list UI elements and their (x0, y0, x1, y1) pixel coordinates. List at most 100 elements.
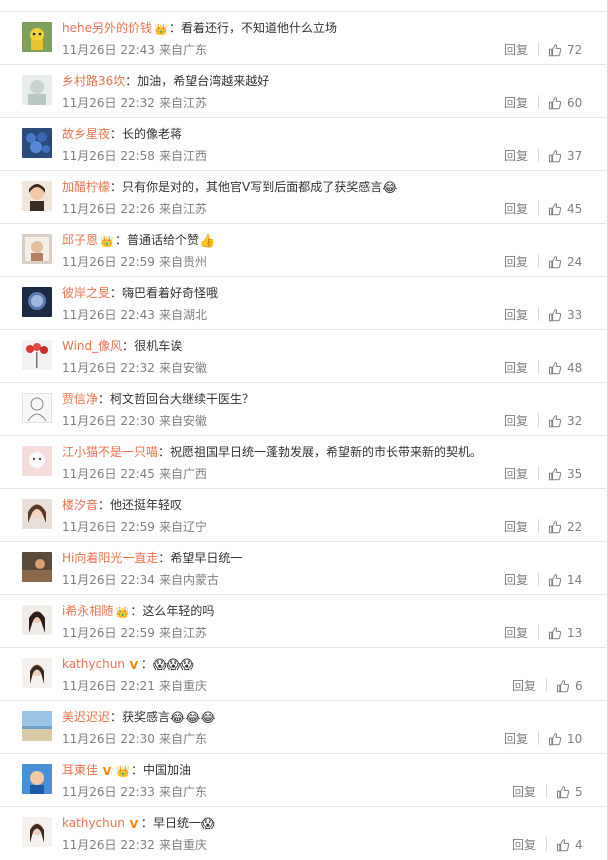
reply-button[interactable]: 回复 (504, 731, 528, 747)
like-count: 24 (567, 255, 583, 269)
comment-meta: 11月26日 22:32 来自安徽 (62, 360, 207, 376)
reply-button[interactable]: 回复 (504, 519, 528, 535)
avatar[interactable] (22, 128, 52, 158)
username-link[interactable]: 加醋柠檬 (62, 180, 110, 194)
like-button[interactable]: 13 (548, 624, 582, 642)
comment-item: 加醋柠檬：只有你是对的，其他官V写到后面都成了获奖感言😂 11月26日 22:26… (0, 170, 606, 223)
like-button[interactable]: 4 (556, 836, 583, 854)
avatar[interactable] (22, 234, 52, 264)
avatar[interactable] (22, 552, 52, 582)
username-link[interactable]: 乡村路36坎 (62, 74, 125, 88)
username-link[interactable]: 故乡星夜 (62, 127, 110, 141)
timestamp: 11月26日 22:26 (62, 202, 155, 216)
like-count: 4 (575, 838, 583, 852)
avatar[interactable] (22, 393, 52, 423)
reply-button[interactable]: 回复 (504, 95, 528, 111)
like-button[interactable]: 10 (548, 730, 582, 748)
like-button[interactable]: 37 (548, 147, 582, 165)
username-link[interactable]: 楼汐音 (62, 498, 98, 512)
comment-text: 普通话给个赞 (127, 233, 200, 247)
comment-text-line: Hi向着阳光一直走：希望早日统一 (62, 550, 242, 566)
like-button[interactable]: 24 (548, 253, 582, 271)
location-source: 来自内蒙古 (158, 573, 219, 587)
thumb-up-icon (549, 362, 562, 375)
like-button[interactable]: 6 (556, 677, 583, 695)
avatar[interactable] (22, 340, 52, 370)
comment-item: 彼岸之旻：嗨巴看着好奇怪哦 11月26日 22:43 来自湖北 回复 33 (0, 276, 606, 329)
like-button[interactable]: 45 (548, 200, 582, 218)
thumb-up-icon (557, 839, 570, 852)
colon-separator: ： (98, 392, 111, 406)
like-count: 5 (575, 785, 583, 799)
reply-button[interactable]: 回复 (512, 784, 536, 800)
reply-button[interactable]: 回复 (504, 254, 528, 270)
username-link[interactable]: 彼岸之旻 (62, 286, 110, 300)
avatar[interactable] (22, 499, 52, 529)
timestamp: 11月26日 22:43 (62, 43, 155, 57)
username-link[interactable]: kathychun (62, 816, 125, 830)
like-button[interactable]: 32 (548, 412, 582, 430)
like-button[interactable]: 72 (548, 41, 582, 59)
like-count: 37 (567, 149, 583, 163)
reply-button[interactable]: 回复 (504, 307, 528, 323)
like-button[interactable]: 33 (548, 306, 582, 324)
like-button[interactable]: 22 (548, 518, 582, 536)
comment-text: 这么年轻的吗 (142, 604, 215, 618)
reply-button[interactable]: 回复 (504, 360, 528, 376)
comment-item: Wind_像风：很机车诶 11月26日 22:32 来自安徽 回复 48 (0, 329, 606, 382)
avatar[interactable] (22, 817, 52, 847)
reply-button[interactable]: 回复 (504, 413, 528, 429)
comment-text: 祝愿祖国早日统一蓬勃发展，希望新的市长带来新的契机。 (170, 445, 483, 459)
username-link[interactable]: i希永相随 (62, 604, 113, 618)
username-link[interactable]: hehe另外的价钱 (62, 21, 152, 35)
reply-button[interactable]: 回复 (512, 837, 536, 853)
username-link[interactable]: 耳東佳 (62, 763, 98, 777)
username-link[interactable]: Hi向着阳光一直走 (62, 551, 158, 565)
comment-text-line: kathychun V ：早日统一😱 (62, 815, 215, 832)
reply-button[interactable]: 回复 (504, 201, 528, 217)
avatar[interactable] (22, 181, 52, 211)
like-button[interactable]: 5 (556, 783, 583, 801)
avatar[interactable] (22, 658, 52, 688)
verified-v-icon: V (129, 659, 139, 672)
comment-meta: 11月26日 22:34 来自内蒙古 (62, 572, 219, 588)
like-count: 72 (567, 43, 583, 57)
avatar[interactable] (22, 764, 52, 794)
reply-button[interactable]: 回复 (504, 148, 528, 164)
comment-item: 乡村路36坎：加油，希望台湾越来越好 11月26日 22:32 来自江苏 回复 60 (0, 64, 606, 117)
reply-button[interactable]: 回复 (504, 466, 528, 482)
reply-button[interactable]: 回复 (504, 42, 528, 58)
reply-button[interactable]: 回复 (512, 678, 536, 694)
action-divider (538, 360, 539, 374)
comment-meta: 11月26日 22:30 来自广东 (62, 731, 207, 747)
like-button[interactable]: 48 (548, 359, 582, 377)
like-button[interactable]: 35 (548, 465, 582, 483)
thumb-up-icon (549, 309, 562, 322)
reply-button[interactable]: 回复 (504, 572, 528, 588)
avatar[interactable] (22, 75, 52, 105)
like-button[interactable]: 60 (548, 94, 582, 112)
emoji-icon: 😱 (200, 817, 215, 832)
like-button[interactable]: 14 (548, 571, 582, 589)
username-link[interactable]: kathychun (62, 657, 125, 671)
avatar[interactable] (22, 287, 52, 317)
emoji-icon: 😱😱😱 (152, 658, 194, 673)
username-link[interactable]: 邱子恩 (62, 233, 98, 247)
reply-button[interactable]: 回复 (504, 625, 528, 641)
action-divider (538, 572, 539, 586)
avatar[interactable] (22, 22, 52, 52)
location-source: 来自江苏 (158, 202, 207, 216)
avatar[interactable] (22, 711, 52, 741)
comment-text-line: 耳東佳 V 👑：中国加油 (62, 762, 191, 778)
comment-meta: 11月26日 22:59 来自贵州 (62, 254, 207, 270)
comment-text-line: 美迟迟迟：获奖感言😂😂😂 (62, 709, 216, 726)
username-link[interactable]: 贾信净 (62, 392, 98, 406)
username-link[interactable]: 美迟迟迟 (62, 710, 110, 724)
avatar[interactable] (22, 446, 52, 476)
avatar[interactable] (22, 605, 52, 635)
username-link[interactable]: 江小猫不是一只喵 (62, 445, 158, 459)
comment-text-line: kathychun V ：😱😱😱 (62, 656, 194, 673)
username-link[interactable]: Wind_像风 (62, 339, 122, 353)
comment-meta: 11月26日 22:58 来自江西 (62, 148, 207, 164)
like-count: 13 (567, 626, 583, 640)
